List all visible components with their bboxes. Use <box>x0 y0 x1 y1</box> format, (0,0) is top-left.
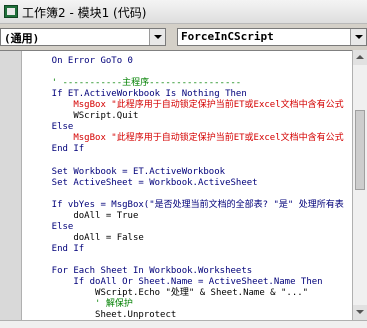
scrollbar-thumb[interactable] <box>355 110 365 190</box>
code-line[interactable]: Sheet.Unprotect <box>30 310 176 320</box>
code-line[interactable]: WScript.Quit <box>30 111 138 122</box>
vertical-scrollbar[interactable] <box>352 50 367 320</box>
code-line[interactable]: doAll = True <box>30 211 138 222</box>
code-line[interactable]: Else <box>30 122 74 133</box>
code-line[interactable]: If vbYes = MsgBox("是否处理当前文档的全部表? "是" 处理所… <box>30 200 344 211</box>
code-line[interactable]: ' -----------主程序----------------- <box>30 78 242 89</box>
procedure-dropdown[interactable]: ForceInCScript <box>177 28 367 46</box>
excel-app-icon <box>4 5 18 18</box>
procedure-selectors: (通用) ForceInCScript <box>0 28 367 48</box>
procedure-dropdown-value: ForceInCScript <box>181 30 274 43</box>
code-line[interactable]: If doAll Or Sheet.Name = ActiveSheet.Nam… <box>30 277 322 288</box>
code-line[interactable]: End If <box>30 244 85 255</box>
object-dropdown[interactable]: (通用) <box>0 28 166 46</box>
code-line[interactable]: End If <box>30 144 85 155</box>
code-line[interactable]: MsgBox "此程序用于自动锁定保护当前ET或Excel文档中含有公式 <box>30 133 343 144</box>
code-line[interactable]: Set Workbook = ET.ActiveWorkbook <box>30 167 225 178</box>
chevron-down-icon[interactable] <box>149 29 165 45</box>
code-line[interactable]: ' 解保护 <box>30 299 133 310</box>
vba-editor-window: 工作簿2 - 模块1 (代码) (通用) ForceInCScript On E… <box>0 0 367 328</box>
scroll-down-icon[interactable] <box>353 305 367 320</box>
margin-indicator-bar[interactable] <box>0 51 22 320</box>
code-line[interactable]: Else <box>30 222 74 233</box>
window-title: 工作簿2 - 模块1 (代码) <box>22 6 147 20</box>
scroll-up-icon[interactable] <box>353 50 367 65</box>
object-dropdown-value: (通用) <box>4 32 40 45</box>
code-line[interactable]: On Error GoTo 0 <box>30 56 133 67</box>
horizontal-scrollbar[interactable] <box>0 320 367 328</box>
code-line[interactable]: If ET.ActiveWorkbook Is Nothing Then <box>30 89 247 100</box>
code-editor[interactable]: On Error GoTo 0 ' -----------主程序--------… <box>0 50 352 320</box>
title-bar: 工作簿2 - 模块1 (代码) <box>0 0 367 24</box>
chevron-down-icon[interactable] <box>350 29 366 45</box>
code-line[interactable]: MsgBox "此程序用于自动锁定保护当前ET或Excel文档中含有公式 <box>30 100 343 111</box>
code-line[interactable]: doAll = False <box>30 233 143 244</box>
code-line[interactable]: WScript.Echo "处理" & Sheet.Name & "..." <box>30 288 308 299</box>
code-line[interactable]: For Each Sheet In Workbook.Worksheets <box>30 266 253 277</box>
code-line[interactable]: Set ActiveSheet = Workbook.ActiveSheet <box>30 178 258 189</box>
